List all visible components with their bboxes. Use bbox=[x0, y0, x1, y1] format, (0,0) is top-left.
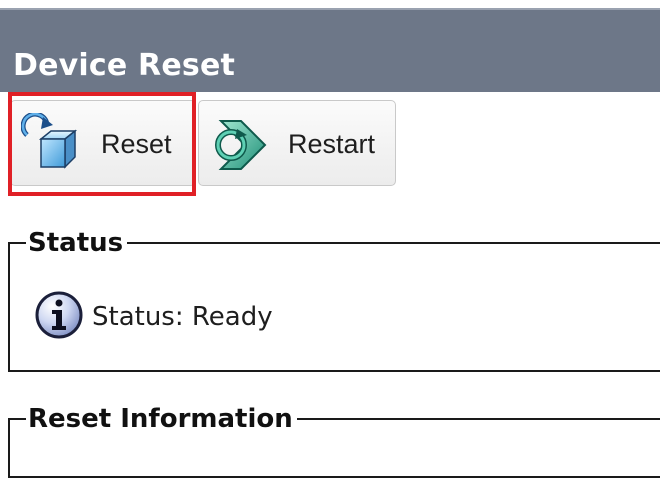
status-section: Status Status: Ready bbox=[8, 227, 660, 372]
reset-button-label: Reset bbox=[101, 129, 172, 159]
info-icon bbox=[34, 290, 84, 344]
restart-button-label: Restart bbox=[288, 129, 376, 159]
restart-arrows-icon bbox=[207, 113, 271, 181]
status-message: Status: Ready bbox=[92, 302, 273, 332]
status-legend: Status bbox=[26, 227, 128, 259]
restart-button[interactable]: Restart bbox=[198, 100, 396, 186]
page-title: Device Reset bbox=[13, 48, 236, 83]
status-line: Status: Ready bbox=[34, 290, 273, 344]
reset-button[interactable]: Reset bbox=[10, 100, 196, 186]
title-bar: Device Reset bbox=[0, 8, 660, 92]
reset-information-section: Reset Information bbox=[8, 403, 660, 478]
top-edge bbox=[0, 0, 660, 8]
reset-information-legend: Reset Information bbox=[26, 403, 297, 435]
reset-device-icon bbox=[20, 111, 85, 181]
